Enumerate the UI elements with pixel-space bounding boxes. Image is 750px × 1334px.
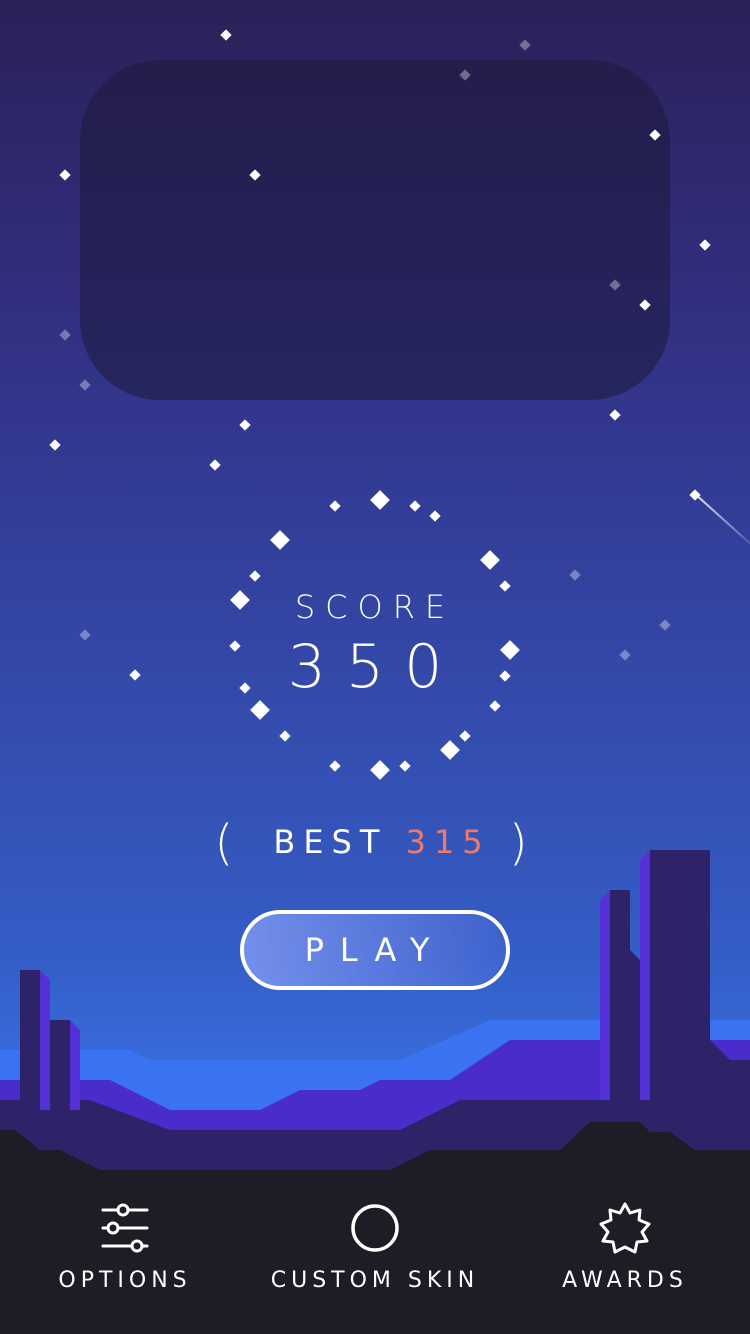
awards-label: AWARDS [562,1268,688,1293]
awards-button[interactable]: AWARDS [500,1200,750,1293]
custom-skin-button[interactable]: CUSTOM SKIN [250,1200,500,1293]
play-button[interactable]: PLAY [240,910,510,990]
badge-star-icon [599,1202,651,1254]
game-screen: SCORE 350 ( BEST 315 ) PLAY OPTIONS CUST… [0,0,750,1334]
options-button[interactable]: OPTIONS [0,1200,250,1293]
tower-right [650,850,750,1130]
pillar-left-short [50,1020,70,1110]
sliders-icon [101,1203,149,1253]
circle-icon [351,1204,399,1252]
pillar-right-light [600,890,610,1100]
custom-skin-label: CUSTOM SKIN [270,1268,480,1293]
options-label: OPTIONS [58,1268,192,1293]
tower-right-light [640,850,650,1100]
pillar-left-short-light [70,1020,80,1110]
pillar-right [610,890,640,1100]
pillar-left-tall-light [40,970,50,1110]
landscape-silhouette [0,850,750,1334]
pillar-left-tall [20,970,40,1110]
